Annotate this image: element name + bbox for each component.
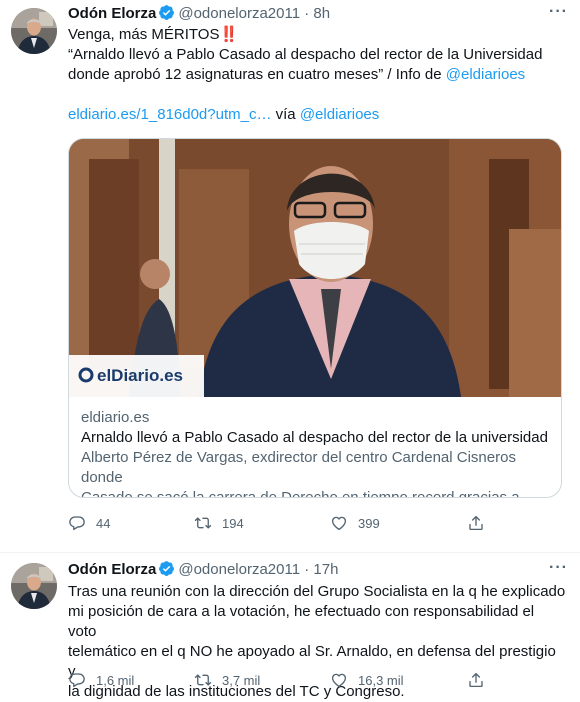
card-image: elDiario.es xyxy=(69,139,561,397)
tweet-actions: 44 194 399 xyxy=(68,514,498,534)
like-count: 16,3 mil xyxy=(358,673,404,688)
card-title: Arnaldo llevó a Pablo Casado al despacho… xyxy=(81,429,547,446)
card-domain: eldiario.es xyxy=(81,409,150,426)
share-button[interactable] xyxy=(467,514,495,534)
via-mention-link[interactable]: @eldiarioes xyxy=(300,106,379,123)
timestamp[interactable]: 17h xyxy=(313,561,338,578)
more-icon[interactable]: ··· xyxy=(549,558,568,578)
card-logo: elDiario.es xyxy=(97,366,183,385)
link-card[interactable]: elDiario.es eldiario.es Arnaldo llevó a … xyxy=(68,138,562,498)
separator-dot: · xyxy=(304,561,310,578)
tweet-actions: 1,6 mil 3,7 mil 16,3 mil xyxy=(68,671,498,691)
tweet-text: Venga, más MÉRITOS‼️ “Arnaldo llevó a Pa… xyxy=(68,25,566,125)
tweet-header: Odón Elorza @odonelorza2011 · 8h ··· xyxy=(68,2,568,24)
more-icon[interactable]: ··· xyxy=(549,2,568,22)
card-text: eldiario.es Arnaldo llevó a Pablo Casado… xyxy=(81,408,547,498)
avatar[interactable] xyxy=(11,8,57,54)
retweet-button[interactable]: 3,7 mil xyxy=(194,671,260,691)
reply-button[interactable]: 1,6 mil xyxy=(68,671,134,691)
tweet-text-line: mi posición de cara a la votación, he ef… xyxy=(68,603,535,640)
separator-dot: · xyxy=(304,5,310,22)
share-icon xyxy=(467,671,485,689)
retweet-count: 3,7 mil xyxy=(222,673,261,688)
tweet-text-line: Tras una reunión con la dirección del Gr… xyxy=(68,583,566,600)
share-icon xyxy=(467,514,485,532)
like-icon xyxy=(330,671,348,689)
reply-icon xyxy=(68,671,86,689)
timestamp[interactable]: 8h xyxy=(313,5,330,22)
like-button[interactable]: 16,3 mil xyxy=(330,671,404,691)
tweet-text-line: Venga, más MÉRITOS‼️ xyxy=(68,26,239,43)
reply-count: 44 xyxy=(96,516,111,531)
retweet-icon xyxy=(194,671,212,689)
author-handle[interactable]: @odonelorza2011 xyxy=(178,561,300,578)
tweet-text-line: “Arnaldo llevó a Pablo Casado al despach… xyxy=(68,46,543,63)
verified-badge-icon xyxy=(158,4,175,21)
verified-badge-icon xyxy=(158,560,175,577)
reply-count: 1,6 mil xyxy=(96,673,135,688)
reply-button[interactable]: 44 xyxy=(68,514,110,534)
author-handle[interactable]: @odonelorza2011 xyxy=(178,5,300,22)
like-icon xyxy=(330,514,348,532)
mention-link[interactable]: @eldiarioes xyxy=(446,66,525,83)
reply-icon xyxy=(68,514,86,532)
double-exclamation-emoji: ‼️ xyxy=(219,26,239,43)
card-description: Casado se sacó la carrera de Derecho en … xyxy=(81,489,520,498)
tweet[interactable]: Odón Elorza @odonelorza2011 · 17h ··· Tra… xyxy=(0,553,580,700)
author-name[interactable]: Odón Elorza xyxy=(68,5,156,22)
retweet-icon xyxy=(194,514,212,532)
tweet[interactable]: Odón Elorza @odonelorza2011 · 8h ··· Veng… xyxy=(0,0,580,553)
tweet-text-line: eldiario.es/1_816d0d?utm_c… vía @eldiari… xyxy=(68,106,380,123)
share-button[interactable] xyxy=(467,671,495,691)
author-name[interactable]: Odón Elorza xyxy=(68,561,156,578)
like-count: 399 xyxy=(358,516,380,531)
avatar[interactable] xyxy=(11,563,57,609)
like-button[interactable]: 399 xyxy=(330,514,380,534)
tweet-header: Odón Elorza @odonelorza2011 · 17h ··· xyxy=(68,558,568,580)
url-link[interactable]: eldiario.es/1_816d0d?utm_c… xyxy=(68,106,271,123)
card-description: Alberto Pérez de Vargas, exdirector del … xyxy=(81,449,516,486)
retweet-count: 194 xyxy=(222,516,244,531)
retweet-button[interactable]: 194 xyxy=(194,514,244,534)
tweet-text-line: donde aprobó 12 asignaturas en cuatro me… xyxy=(68,66,526,83)
